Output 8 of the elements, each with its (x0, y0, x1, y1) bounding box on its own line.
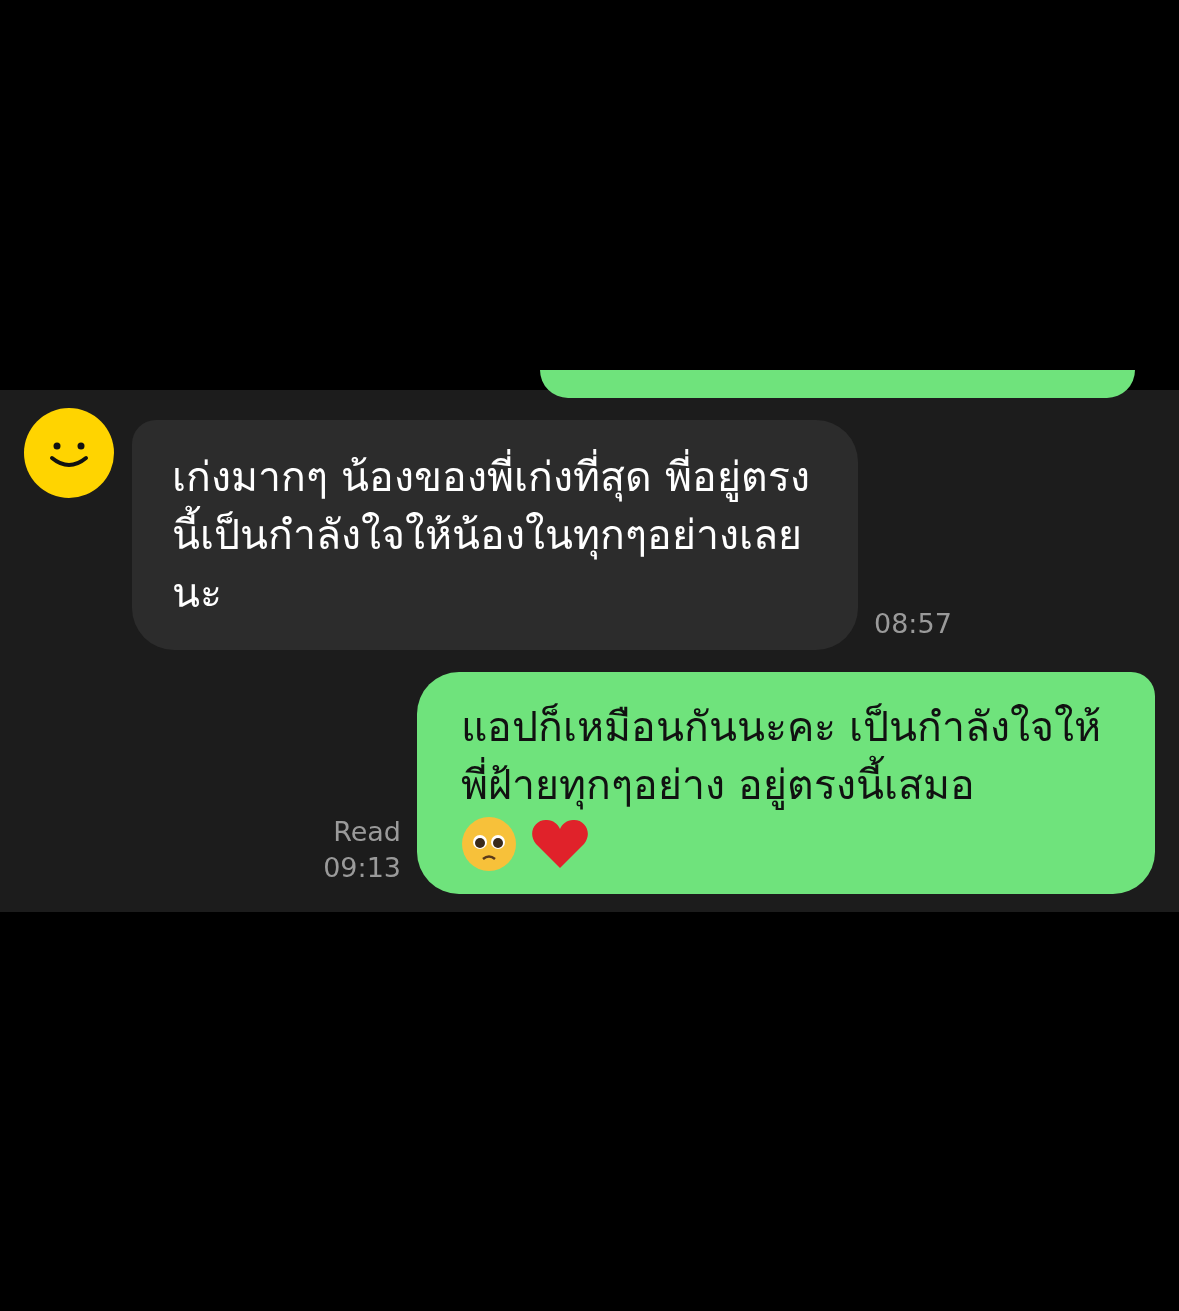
message-text: เก่งมากๆ น้องของพี่เก่งที่สุด พี่อยู่ตรงนี้เป็นกำลังใจให้น้องในทุกๆอย่างเลยนะ (172, 448, 818, 622)
message-text: แอปก็เหมือนกันนะคะ เป็นกำลังใจให้พี่ฝ้ายทุกๆอย่าง อยู่ตรงนี้เสมอ (461, 702, 1103, 812)
message-time: 09:13 (323, 851, 401, 885)
read-receipt: Read (333, 815, 401, 849)
avatar-icon[interactable] (24, 408, 114, 498)
pleading-face-icon (461, 816, 517, 872)
heart-icon (531, 818, 589, 870)
message-time: 08:57 (874, 607, 952, 641)
